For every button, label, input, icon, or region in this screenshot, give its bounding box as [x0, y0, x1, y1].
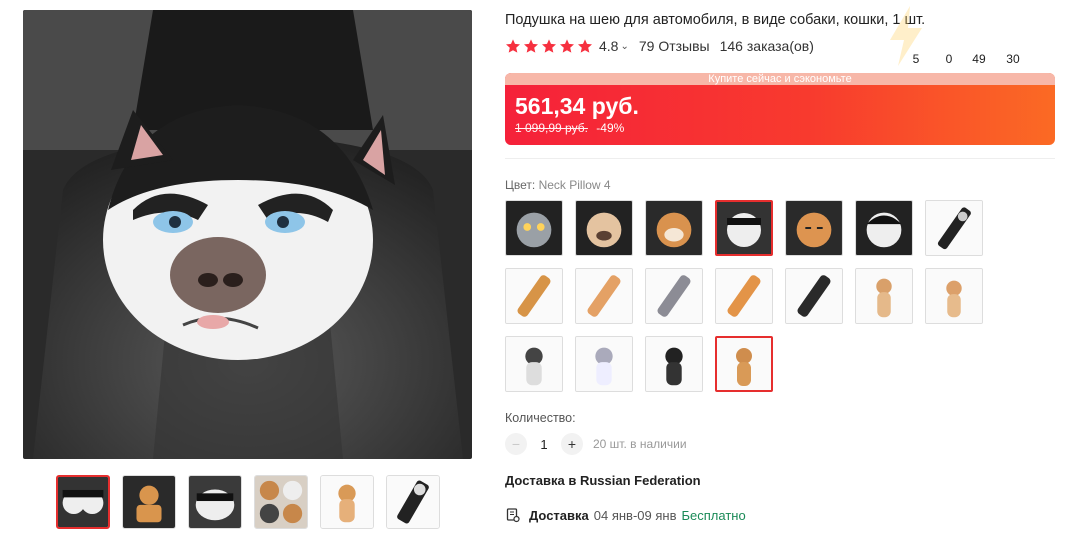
gallery-thumb-1[interactable]	[56, 475, 110, 529]
countdown-days-unit: д.	[927, 52, 938, 66]
product-title: Подушка на шею для автомобиля, в виде со…	[505, 12, 926, 28]
countdown-timer: 5 д. 0 : 49 : 30	[908, 51, 1025, 67]
delivery-dates: 04 янв-09 янв	[593, 507, 677, 523]
delivery-price: Бесплатно	[681, 507, 746, 523]
gallery-thumbnails	[56, 475, 440, 529]
countdown-minutes: 49	[966, 51, 991, 67]
old-price: 1 099,99 руб.	[515, 121, 588, 135]
swatch-option[interactable]	[925, 268, 983, 324]
rating-row: 4.8 ⌄ 79 Отзывы 146 заказа(ов)	[505, 38, 814, 54]
star-icon	[524, 39, 538, 53]
quantity-label: Количество:	[505, 411, 576, 425]
star-icon	[578, 39, 592, 53]
old-price-row: 1 099,99 руб. -49%	[515, 121, 624, 135]
swatch-option[interactable]	[855, 200, 913, 256]
promo-strip: Купите сейчас и сэкономьте	[505, 73, 1055, 85]
swatch-option[interactable]	[505, 336, 563, 392]
swatch-option[interactable]	[715, 200, 773, 256]
color-label: Цвет:	[505, 178, 536, 192]
countdown-days: 5	[908, 51, 924, 67]
swatch-option[interactable]	[575, 336, 633, 392]
swatch-option[interactable]	[715, 268, 773, 324]
quantity-value[interactable]: 1	[527, 437, 561, 452]
star-icon	[560, 39, 574, 53]
gallery-thumb-5[interactable]	[320, 475, 374, 529]
countdown-hours: 0	[940, 51, 957, 67]
swatch-option[interactable]	[505, 268, 563, 324]
delivery-label: Доставка	[529, 507, 589, 523]
rating-stars	[505, 38, 593, 54]
price-box: Купите сейчас и сэкономьте 561,34 руб. 1…	[505, 73, 1055, 145]
countdown-seconds: 30	[1000, 51, 1025, 67]
quantity-stepper: − 1 + 20 шт. в наличии	[505, 433, 687, 455]
swatch-option[interactable]	[575, 200, 633, 256]
swatch-option[interactable]	[505, 200, 563, 256]
current-price: 561,34 руб.	[515, 93, 639, 119]
countdown-sep: :	[993, 52, 998, 66]
swatch-option[interactable]	[575, 268, 633, 324]
discount-badge: -49%	[596, 121, 625, 135]
color-swatches	[505, 200, 985, 392]
delivery-icon	[506, 508, 520, 523]
swatch-option[interactable]	[785, 268, 843, 324]
color-label-row: Цвет: Neck Pillow 4	[505, 178, 611, 192]
countdown-sep: :	[959, 52, 964, 66]
swatch-option[interactable]	[645, 200, 703, 256]
gallery-thumb-6[interactable]	[386, 475, 440, 529]
hot-deals-label: Горящие товары	[946, 18, 1013, 27]
swatch-option[interactable]	[645, 336, 703, 392]
swatch-option[interactable]	[785, 200, 843, 256]
star-icon	[506, 39, 520, 53]
gallery-thumb-2[interactable]	[122, 475, 176, 529]
increase-quantity-button[interactable]: +	[561, 433, 583, 455]
ship-to-region[interactable]: Доставка в Russian Federation	[505, 473, 701, 488]
divider	[505, 158, 1055, 159]
reviews-link[interactable]: 79 Отзывы	[639, 38, 710, 54]
decrease-quantity-button[interactable]: −	[505, 433, 527, 455]
main-product-image[interactable]	[23, 10, 472, 459]
star-icon	[542, 39, 556, 53]
gallery-thumb-4[interactable]	[254, 475, 308, 529]
starts-in-label: До начала	[940, 32, 1006, 47]
swatch-option[interactable]	[855, 268, 913, 324]
delivery-row: Доставка 04 янв-09 янв Бесплатно	[505, 507, 746, 523]
stock-info: 20 шт. в наличии	[593, 437, 687, 451]
chevron-down-icon[interactable]: ⌄	[620, 41, 628, 52]
orders-count: 146 заказа(ов)	[719, 38, 814, 54]
swatch-option[interactable]	[645, 268, 703, 324]
swatch-option[interactable]	[715, 336, 773, 392]
rating-value[interactable]: 4.8	[599, 38, 618, 54]
color-value: Neck Pillow 4	[538, 178, 611, 192]
swatch-option[interactable]	[925, 200, 983, 256]
gallery-thumb-3[interactable]	[188, 475, 242, 529]
